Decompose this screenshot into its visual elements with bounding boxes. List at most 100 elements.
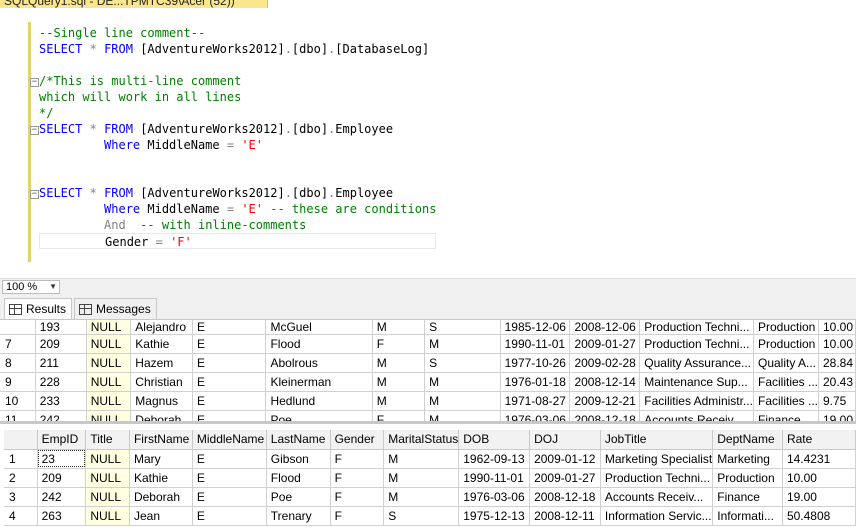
table-cell[interactable]: 10.00: [782, 468, 856, 488]
table-cell[interactable]: 209: [37, 468, 87, 488]
table-cell[interactable]: Hedlund: [265, 391, 373, 411]
fold-toggle-icon[interactable]: −: [30, 126, 39, 135]
table-row[interactable]: 4 263 NULL Jean E Trenary F S 1975-12-13 2008-12-…: [4, 506, 856, 526]
table-cell[interactable]: NULL: [85, 449, 130, 469]
table-cell[interactable]: E: [192, 372, 267, 392]
table-cell[interactable]: E: [192, 410, 267, 421]
table-cell[interactable]: NULL: [86, 391, 132, 411]
code-line[interactable]: */: [39, 105, 436, 121]
table-cell[interactable]: S: [383, 506, 460, 526]
fold-toggle-icon[interactable]: −: [30, 78, 39, 87]
table-row[interactable]: 11 242 NULL Deborah E Poe F M 1976-03-06 2008-12-…: [0, 410, 856, 421]
code-line[interactable]: [39, 169, 436, 185]
table-cell[interactable]: 14.4231: [782, 449, 856, 469]
table-cell[interactable]: Finance: [753, 410, 820, 421]
table-cell[interactable]: Production: [753, 334, 820, 354]
code-line[interactable]: Gender = 'F': [39, 233, 437, 249]
table-cell[interactable]: Poe: [265, 410, 373, 421]
table-cell[interactable]: 19.00: [818, 410, 856, 421]
table-cell[interactable]: 20.43: [818, 372, 856, 392]
table-cell[interactable]: Accounts Receiv...: [639, 410, 754, 421]
table-cell[interactable]: 19.00: [782, 487, 856, 507]
table-cell[interactable]: Production: [712, 468, 783, 488]
results-grid-2[interactable]: EmpID Title FirstName MiddleName LastName Gen…: [4, 430, 856, 530]
table-cell[interactable]: Facilities ...: [753, 372, 820, 392]
table-cell[interactable]: F: [330, 487, 385, 507]
row-number[interactable]: 8: [0, 353, 36, 373]
code-line[interactable]: [39, 153, 436, 169]
table-cell[interactable]: 2009-02-28: [569, 353, 641, 373]
table-cell[interactable]: F: [330, 506, 385, 526]
table-cell[interactable]: 1976-01-18: [500, 372, 571, 392]
table-cell[interactable]: McGuel: [265, 320, 373, 335]
table-cell[interactable]: 2009-12-21: [569, 391, 641, 411]
table-cell[interactable]: 50.4808: [782, 506, 856, 526]
table-cell[interactable]: E: [192, 391, 267, 411]
code-line[interactable]: Where MiddleName = 'E': [39, 137, 436, 153]
table-cell[interactable]: 1962-09-13: [458, 449, 531, 469]
table-cell[interactable]: F: [372, 410, 426, 421]
table-cell[interactable]: M: [372, 391, 426, 411]
table-cell[interactable]: Marketing: [712, 449, 783, 469]
column-header[interactable]: MaritalStatus: [383, 430, 460, 450]
table-cell[interactable]: Kathie: [130, 334, 194, 354]
table-cell[interactable]: Production Techni...: [639, 334, 754, 354]
table-cell[interactable]: 228: [35, 372, 87, 392]
table-cell[interactable]: Gibson: [266, 449, 331, 469]
code-line[interactable]: Where MiddleName = 'E' -- these are cond…: [39, 201, 436, 217]
table-cell[interactable]: Production Techni...: [639, 320, 754, 335]
table-cell[interactable]: M: [372, 320, 426, 335]
table-cell[interactable]: 28.84: [818, 353, 856, 373]
table-row[interactable]: 2 209 NULL Kathie E Flood F M 1990-11-01 2009-01-…: [4, 468, 856, 488]
table-cell[interactable]: Flood: [266, 468, 331, 488]
table-cell[interactable]: Abolrous: [265, 353, 373, 373]
table-cell[interactable]: Deborah: [130, 410, 194, 421]
zoom-select[interactable]: 100 % ▼: [2, 280, 60, 294]
table-cell[interactable]: 242: [37, 487, 87, 507]
table-cell[interactable]: 9.75: [818, 391, 856, 411]
table-cell[interactable]: Mary: [129, 449, 193, 469]
table-cell[interactable]: Jean: [129, 506, 193, 526]
table-cell[interactable]: NULL: [86, 334, 132, 354]
code-line[interactable]: SELECT * FROM [AdventureWorks2012].[dbo]…: [39, 185, 436, 201]
table-cell[interactable]: M: [424, 372, 501, 392]
table-cell[interactable]: Accounts Receiv...: [600, 487, 714, 507]
table-cell[interactable]: 209: [35, 334, 87, 354]
table-cell[interactable]: M: [383, 487, 460, 507]
table-cell[interactable]: Alejandro: [130, 320, 194, 335]
table-cell[interactable]: 1976-03-06: [458, 487, 531, 507]
row-number[interactable]: 7: [0, 334, 36, 354]
table-cell[interactable]: Trenary: [266, 506, 331, 526]
tab-messages[interactable]: Messages: [74, 298, 157, 319]
table-cell[interactable]: 10.00: [818, 334, 856, 354]
table-cell[interactable]: NULL: [86, 353, 132, 373]
document-tab[interactable]: SQLQuery1.sql - DE...TPMTC39\Acer (52)): [0, 0, 268, 8]
table-cell[interactable]: Production: [753, 320, 820, 335]
tab-results[interactable]: Results: [4, 298, 73, 319]
column-header[interactable]: Rate: [782, 430, 856, 450]
table-row[interactable]: 7 209 NULL Kathie E Flood F M 1990-11-01 2009-01-…: [0, 334, 856, 354]
table-cell[interactable]: Informati...: [712, 506, 783, 526]
table-cell[interactable]: 211: [35, 353, 87, 373]
table-cell[interactable]: Facilities Administr...: [639, 391, 754, 411]
table-cell[interactable]: Christian: [130, 372, 194, 392]
table-cell[interactable]: 1985-12-06: [500, 320, 571, 335]
row-number[interactable]: 1: [4, 449, 38, 469]
results-grid-1[interactable]: 193 NULL Alejandro E McGuel M S 1985-12-06 2008-…: [0, 320, 856, 424]
column-header[interactable]: DOJ: [529, 430, 601, 450]
table-cell[interactable]: Finance: [712, 487, 783, 507]
table-cell[interactable]: Flood: [265, 334, 373, 354]
table-cell[interactable]: Hazem: [130, 353, 194, 373]
table-row[interactable]: 9 228 NULL Christian E Kleinerman M M 1976-01-18…: [0, 372, 856, 392]
row-number[interactable]: 9: [0, 372, 36, 392]
table-cell[interactable]: Magnus: [130, 391, 194, 411]
table-cell[interactable]: 1990-11-01: [500, 334, 571, 354]
table-cell[interactable]: F: [330, 468, 385, 488]
row-number[interactable]: 2: [4, 468, 38, 488]
table-cell[interactable]: S: [424, 320, 501, 335]
code-line[interactable]: SELECT * FROM [AdventureWorks2012].[dbo]…: [39, 41, 436, 57]
table-cell[interactable]: NULL: [85, 487, 130, 507]
column-header[interactable]: DeptName: [712, 430, 783, 450]
row-number[interactable]: 3: [4, 487, 38, 507]
table-cell[interactable]: 2009-01-12: [529, 449, 601, 469]
